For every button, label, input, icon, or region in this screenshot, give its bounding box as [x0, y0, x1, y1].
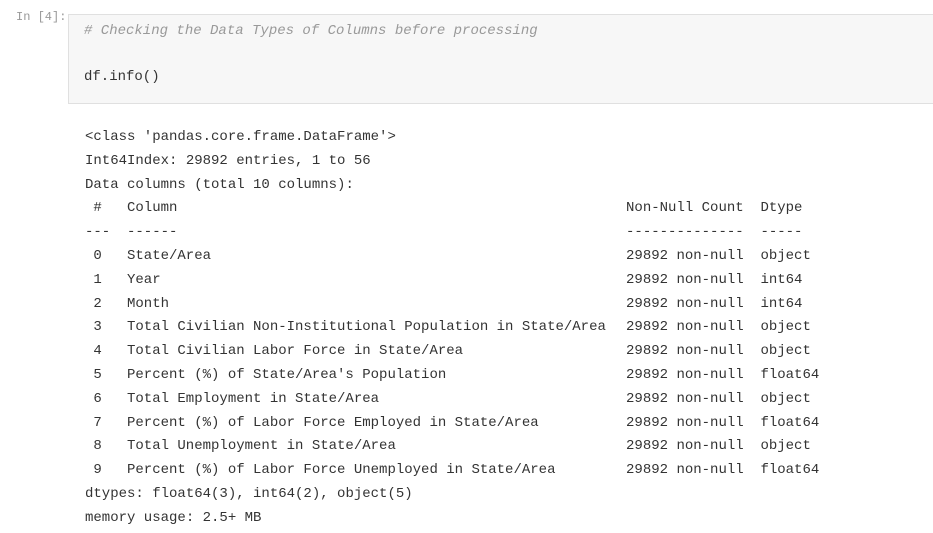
cell-non-null-count: 29892 non-null [626, 295, 744, 312]
separator: ------ [127, 224, 178, 241]
header-non-null-count: Non-Null Count [626, 200, 744, 217]
cell-output: <class 'pandas.core.frame.DataFrame'> In… [85, 126, 828, 531]
cell-index: 2 [93, 295, 102, 312]
header-index: # [93, 200, 102, 217]
cell-non-null-count: 29892 non-null [626, 343, 744, 360]
cell-dtype: object [760, 438, 811, 455]
separator: --- [85, 224, 111, 241]
cell-dtype: int64 [760, 295, 803, 312]
separator: -------------- [626, 224, 744, 241]
cell-dtype: float64 [760, 462, 820, 479]
header-dtype: Dtype [760, 200, 803, 217]
cell-column-name: Year [127, 271, 161, 288]
table-row: 2 Month 29892 non-null int64 [85, 293, 828, 317]
cell-dtype: float64 [760, 366, 820, 383]
table-row: 9 Percent (%) of Labor Force Unemployed i… [85, 459, 828, 483]
cell-column-name: Month [127, 295, 170, 312]
code-cell-input[interactable]: # Checking the Data Types of Columns bef… [68, 14, 933, 104]
output-line: Data columns (total 10 columns): [85, 176, 354, 193]
cell-column-name: Total Civilian Non-Institutional Populat… [127, 319, 606, 336]
cell-index: 4 [93, 343, 102, 360]
cell-index: 9 [93, 462, 102, 479]
cell-column-name: State/Area [127, 247, 212, 264]
table-separator: --- ------ -------------- ----- [85, 221, 828, 245]
output-line: memory usage: 2.5+ MB [85, 509, 262, 526]
cell-index: 7 [93, 414, 102, 431]
output-line: Int64Index: 29892 entries, 1 to 56 [85, 152, 371, 169]
cell-non-null-count: 29892 non-null [626, 366, 744, 383]
code-comment: # Checking the Data Types of Columns bef… [84, 23, 538, 39]
separator: ----- [760, 224, 803, 241]
cell-prompt: In [4]: [16, 10, 67, 24]
table-header: # Column Non-Null Count Dtype [85, 197, 828, 221]
cell-index: 5 [93, 366, 102, 383]
cell-dtype: object [760, 319, 811, 336]
cell-non-null-count: 29892 non-null [626, 271, 744, 288]
code-statement: df.info() [84, 69, 160, 85]
cell-non-null-count: 29892 non-null [626, 390, 744, 407]
cell-dtype: object [760, 247, 811, 264]
cell-column-name: Percent (%) of State/Area's Population [127, 366, 447, 383]
cell-column-name: Percent (%) of Labor Force Employed in S… [127, 414, 539, 431]
output-line: dtypes: float64(3), int64(2), object(5) [85, 485, 413, 502]
cell-column-name: Percent (%) of Labor Force Unemployed in… [127, 462, 556, 479]
cell-index: 8 [93, 438, 102, 455]
table-row: 6 Total Employment in State/Area 29892 non… [85, 388, 828, 412]
cell-index: 0 [93, 247, 102, 264]
table-row: 8 Total Unemployment in State/Area 29892 n… [85, 435, 828, 459]
cell-index: 1 [93, 271, 102, 288]
cell-dtype: object [760, 390, 811, 407]
table-row: 7 Percent (%) of Labor Force Employed in … [85, 412, 828, 436]
cell-column-name: Total Unemployment in State/Area [127, 438, 396, 455]
cell-non-null-count: 29892 non-null [626, 462, 744, 479]
cell-index: 3 [93, 319, 102, 336]
output-line: <class 'pandas.core.frame.DataFrame'> [85, 129, 396, 145]
table-row: 0 State/Area 29892 non-null object [85, 245, 828, 269]
table-row: 5 Percent (%) of State/Area's Population 2… [85, 364, 828, 388]
cell-column-name: Total Civilian Labor Force in State/Area [127, 343, 464, 360]
table-row: 4 Total Civilian Labor Force in State/Are… [85, 340, 828, 364]
cell-column-name: Total Employment in State/Area [127, 390, 380, 407]
cell-non-null-count: 29892 non-null [626, 438, 744, 455]
cell-dtype: float64 [760, 414, 820, 431]
header-column: Column [127, 200, 178, 217]
cell-non-null-count: 29892 non-null [626, 319, 744, 336]
table-row: 1 Year 29892 non-null int64 [85, 269, 828, 293]
cell-dtype: object [760, 343, 811, 360]
cell-index: 6 [93, 390, 102, 407]
cell-non-null-count: 29892 non-null [626, 247, 744, 264]
table-row: 3 Total Civilian Non-Institutional Popula… [85, 316, 828, 340]
cell-dtype: int64 [760, 271, 803, 288]
cell-non-null-count: 29892 non-null [626, 414, 744, 431]
